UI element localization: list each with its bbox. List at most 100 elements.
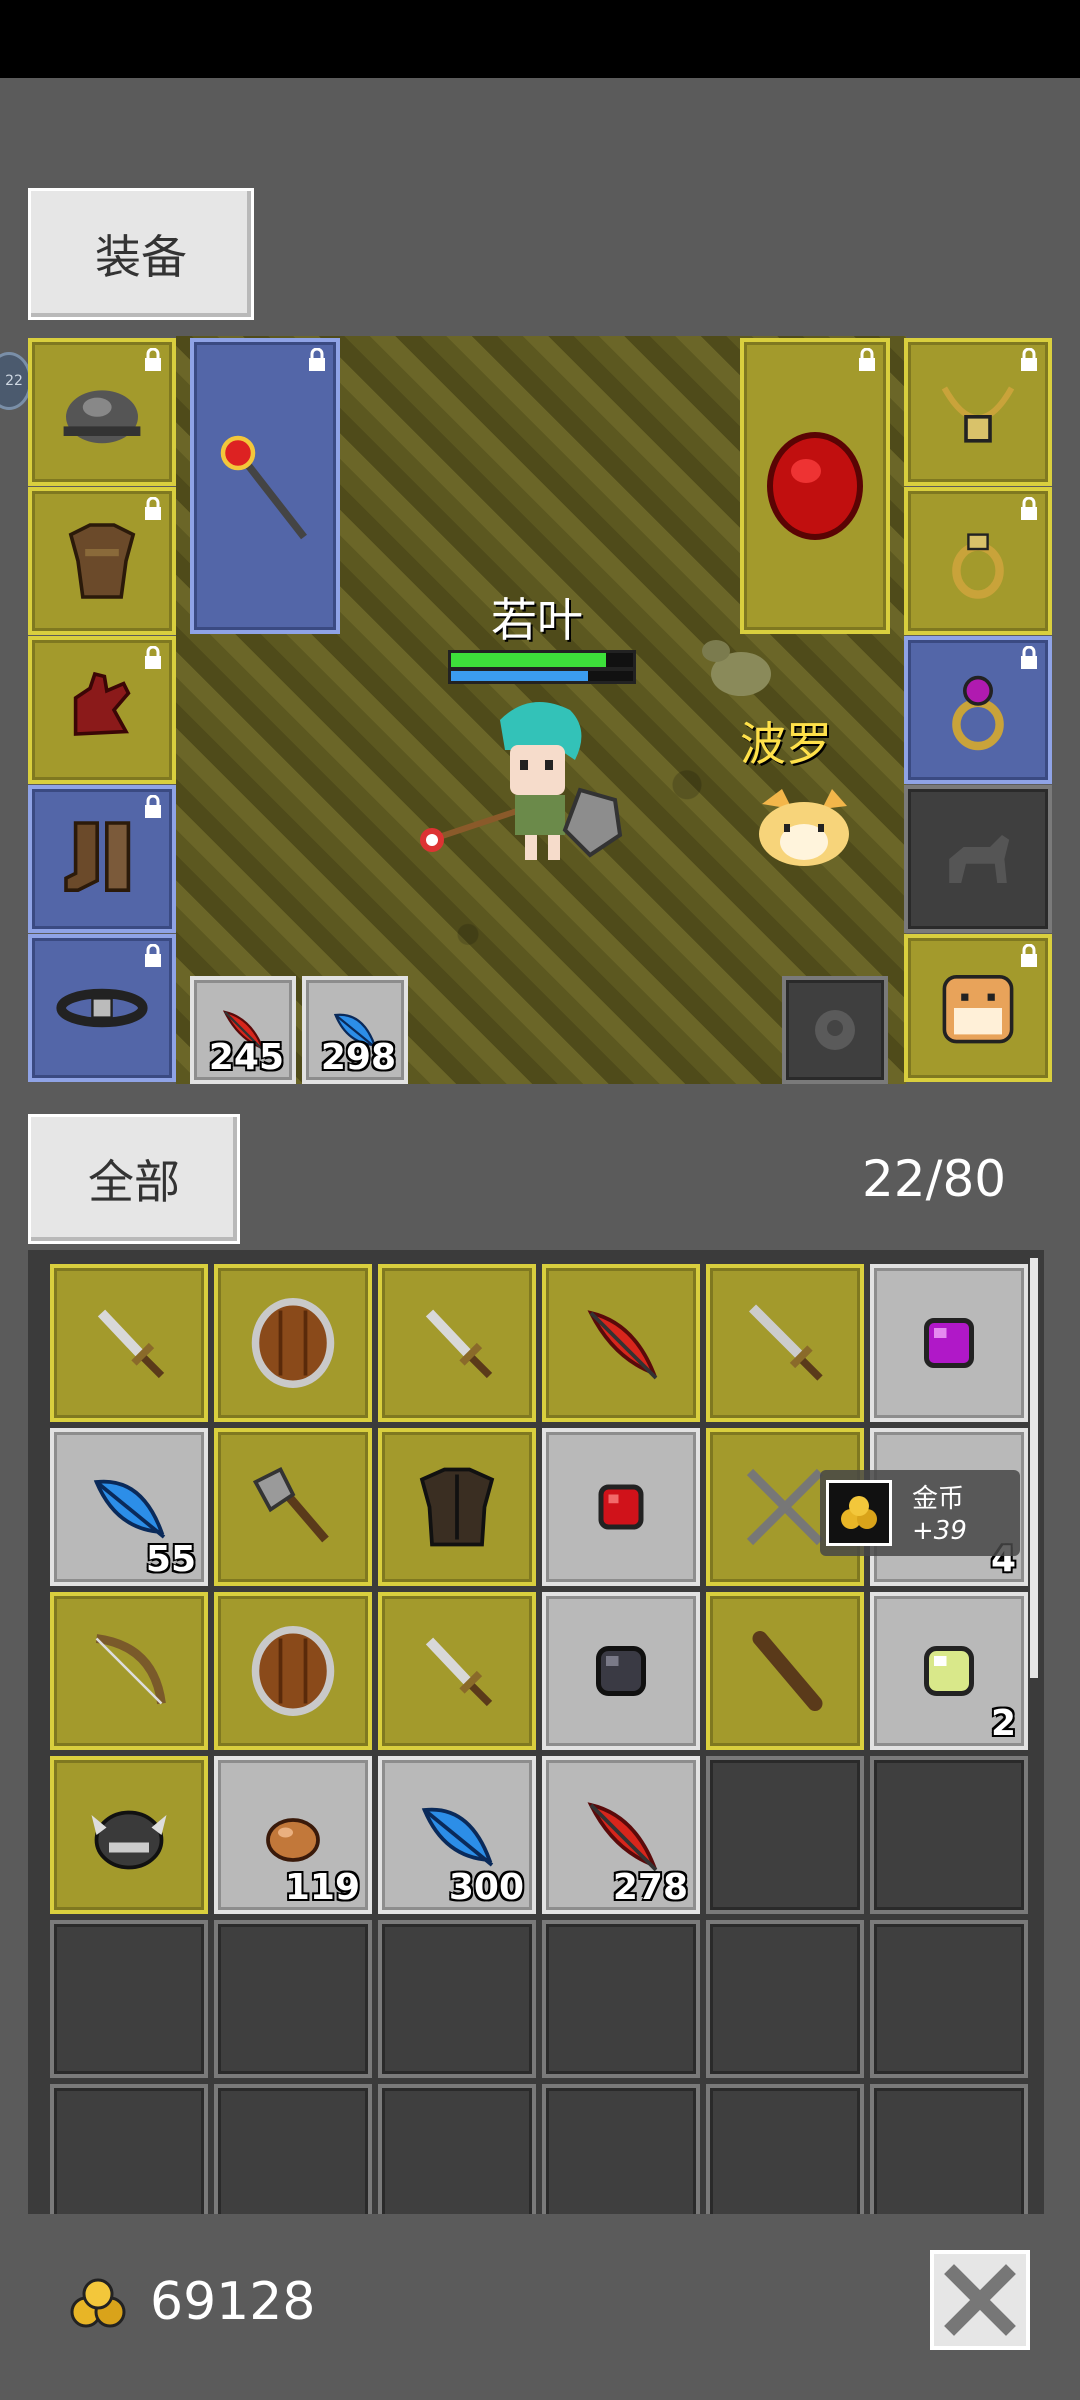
- gold-ring-icon: [952, 533, 1004, 599]
- lock-icon: [309, 348, 325, 371]
- equip-slot-left[interactable]: [28, 636, 176, 784]
- inventory-item[interactable]: [50, 1756, 208, 1914]
- club-icon: [752, 1631, 823, 1711]
- item-count: 2: [990, 1703, 1016, 1744]
- inventory-empty-slot[interactable]: [214, 1920, 372, 2078]
- ruby-staff-icon: [220, 435, 307, 540]
- inventory-empty-slot[interactable]: [706, 1920, 864, 2078]
- inventory-empty-slot[interactable]: [870, 2084, 1028, 2214]
- rock-decoration: [702, 640, 771, 696]
- inventory-empty-slot[interactable]: [50, 2084, 208, 2214]
- inventory-empty-slot[interactable]: [542, 2084, 700, 2214]
- round-shield-icon: [251, 1298, 335, 1388]
- purple-gem-icon: [924, 1318, 974, 1368]
- red-feather-icon: [587, 1310, 658, 1380]
- equip-slot-right[interactable]: [904, 487, 1052, 635]
- inventory-item[interactable]: [542, 1264, 700, 1422]
- lock-icon: [859, 348, 875, 371]
- inventory-item[interactable]: [706, 1592, 864, 1750]
- skill-icon: [815, 1010, 855, 1050]
- gold-toast-amount: +39: [912, 1516, 967, 1546]
- boots-icon: [64, 821, 131, 892]
- inventory-item[interactable]: [542, 1592, 700, 1750]
- inventory-item[interactable]: [378, 1428, 536, 1586]
- inventory-empty-slot[interactable]: [378, 1920, 536, 2078]
- inventory-item[interactable]: [50, 1592, 208, 1750]
- sword-icon: [748, 1304, 823, 1381]
- equip-slot-right[interactable]: [904, 338, 1052, 486]
- quickbar-slot[interactable]: 245: [190, 976, 296, 1084]
- inventory-grid[interactable]: 55 4 2 119 300 278: [28, 1250, 1044, 2214]
- inventory-empty-slot[interactable]: [870, 1920, 1028, 2078]
- gold-total: 69128: [150, 2272, 316, 2332]
- axe-icon: [252, 1466, 329, 1543]
- dagger-icon: [425, 1309, 493, 1379]
- red-gem-shield-icon: [767, 432, 863, 540]
- tab-all[interactable]: 全部: [28, 1114, 240, 1244]
- inventory-empty-slot[interactable]: [706, 1756, 864, 1914]
- inventory-item[interactable]: [870, 1264, 1028, 1422]
- inventory-item[interactable]: [706, 1264, 864, 1422]
- inventory-item[interactable]: [542, 1428, 700, 1586]
- equip-slot-right[interactable]: [904, 934, 1052, 1082]
- dark-armor-icon: [419, 1467, 495, 1547]
- equip-slot-left[interactable]: [28, 934, 176, 1082]
- tab-equipment-label: 装备: [95, 230, 187, 284]
- dagger-icon: [425, 1637, 493, 1707]
- inventory-empty-slot[interactable]: [50, 1920, 208, 2078]
- inventory-empty-slot[interactable]: [870, 1756, 1028, 1914]
- tab-equipment[interactable]: 装备: [28, 188, 254, 320]
- inventory-item[interactable]: [214, 1428, 372, 1586]
- quickbar-count: 245: [208, 1037, 284, 1078]
- skill-slot[interactable]: [782, 976, 888, 1084]
- lock-icon: [1021, 944, 1037, 967]
- tab-all-label: 全部: [88, 1155, 180, 1209]
- inventory-empty-slot[interactable]: [706, 2084, 864, 2214]
- gold-toast: 金币 +39: [820, 1470, 1020, 1556]
- black-gem-icon: [596, 1646, 646, 1696]
- pet-sprite: [759, 789, 849, 866]
- equip-slot-right[interactable]: [904, 785, 1052, 933]
- inventory-item[interactable]: 278: [542, 1756, 700, 1914]
- green-gem-icon: [924, 1646, 974, 1696]
- inventory-item[interactable]: [214, 1264, 372, 1422]
- leather-armor-icon: [68, 523, 136, 599]
- bow-icon: [95, 1634, 166, 1705]
- belt-icon: [56, 988, 148, 1028]
- quickbar-slot[interactable]: 298: [302, 976, 408, 1084]
- inventory-item[interactable]: 119: [214, 1756, 372, 1914]
- inventory-item[interactable]: [378, 1592, 536, 1750]
- equip-slot-left[interactable]: [28, 785, 176, 933]
- inventory-item[interactable]: 2: [870, 1592, 1028, 1750]
- close-button[interactable]: [930, 2250, 1030, 2350]
- lock-icon: [1021, 348, 1037, 371]
- lock-icon: [1021, 646, 1037, 669]
- mount-silhouette-icon: [949, 835, 1010, 883]
- inventory-item[interactable]: [378, 1264, 536, 1422]
- equip-slot-left[interactable]: [28, 487, 176, 635]
- equip-slot-left[interactable]: [28, 338, 176, 486]
- inventory-empty-slot[interactable]: [214, 2084, 372, 2214]
- inventory-empty-slot[interactable]: [542, 1920, 700, 2078]
- inventory-item[interactable]: 55: [50, 1428, 208, 1586]
- item-count: 55: [145, 1539, 196, 1580]
- offhand-slot[interactable]: [740, 338, 890, 634]
- amethyst-ring-icon: [952, 675, 1004, 751]
- lock-icon: [145, 497, 161, 520]
- equip-slot-right[interactable]: [904, 636, 1052, 784]
- hero-mp-bar: [448, 668, 636, 684]
- inventory-scrollbar[interactable]: [1030, 1258, 1038, 1678]
- red-gloves-icon: [73, 671, 131, 736]
- pet-dog-icon: [942, 975, 1014, 1044]
- inventory-item[interactable]: [50, 1264, 208, 1422]
- inventory-item[interactable]: [214, 1592, 372, 1750]
- pet-name: 波罗: [740, 717, 832, 771]
- inventory-item[interactable]: 300: [378, 1756, 536, 1914]
- weapon-slot[interactable]: [190, 338, 340, 634]
- lock-icon: [1021, 497, 1037, 520]
- lock-icon: [145, 348, 161, 371]
- lock-icon: [145, 646, 161, 669]
- gold-coin-icon: [841, 1496, 877, 1529]
- inventory-empty-slot[interactable]: [378, 2084, 536, 2214]
- gold-coin-icon: [70, 2278, 126, 2328]
